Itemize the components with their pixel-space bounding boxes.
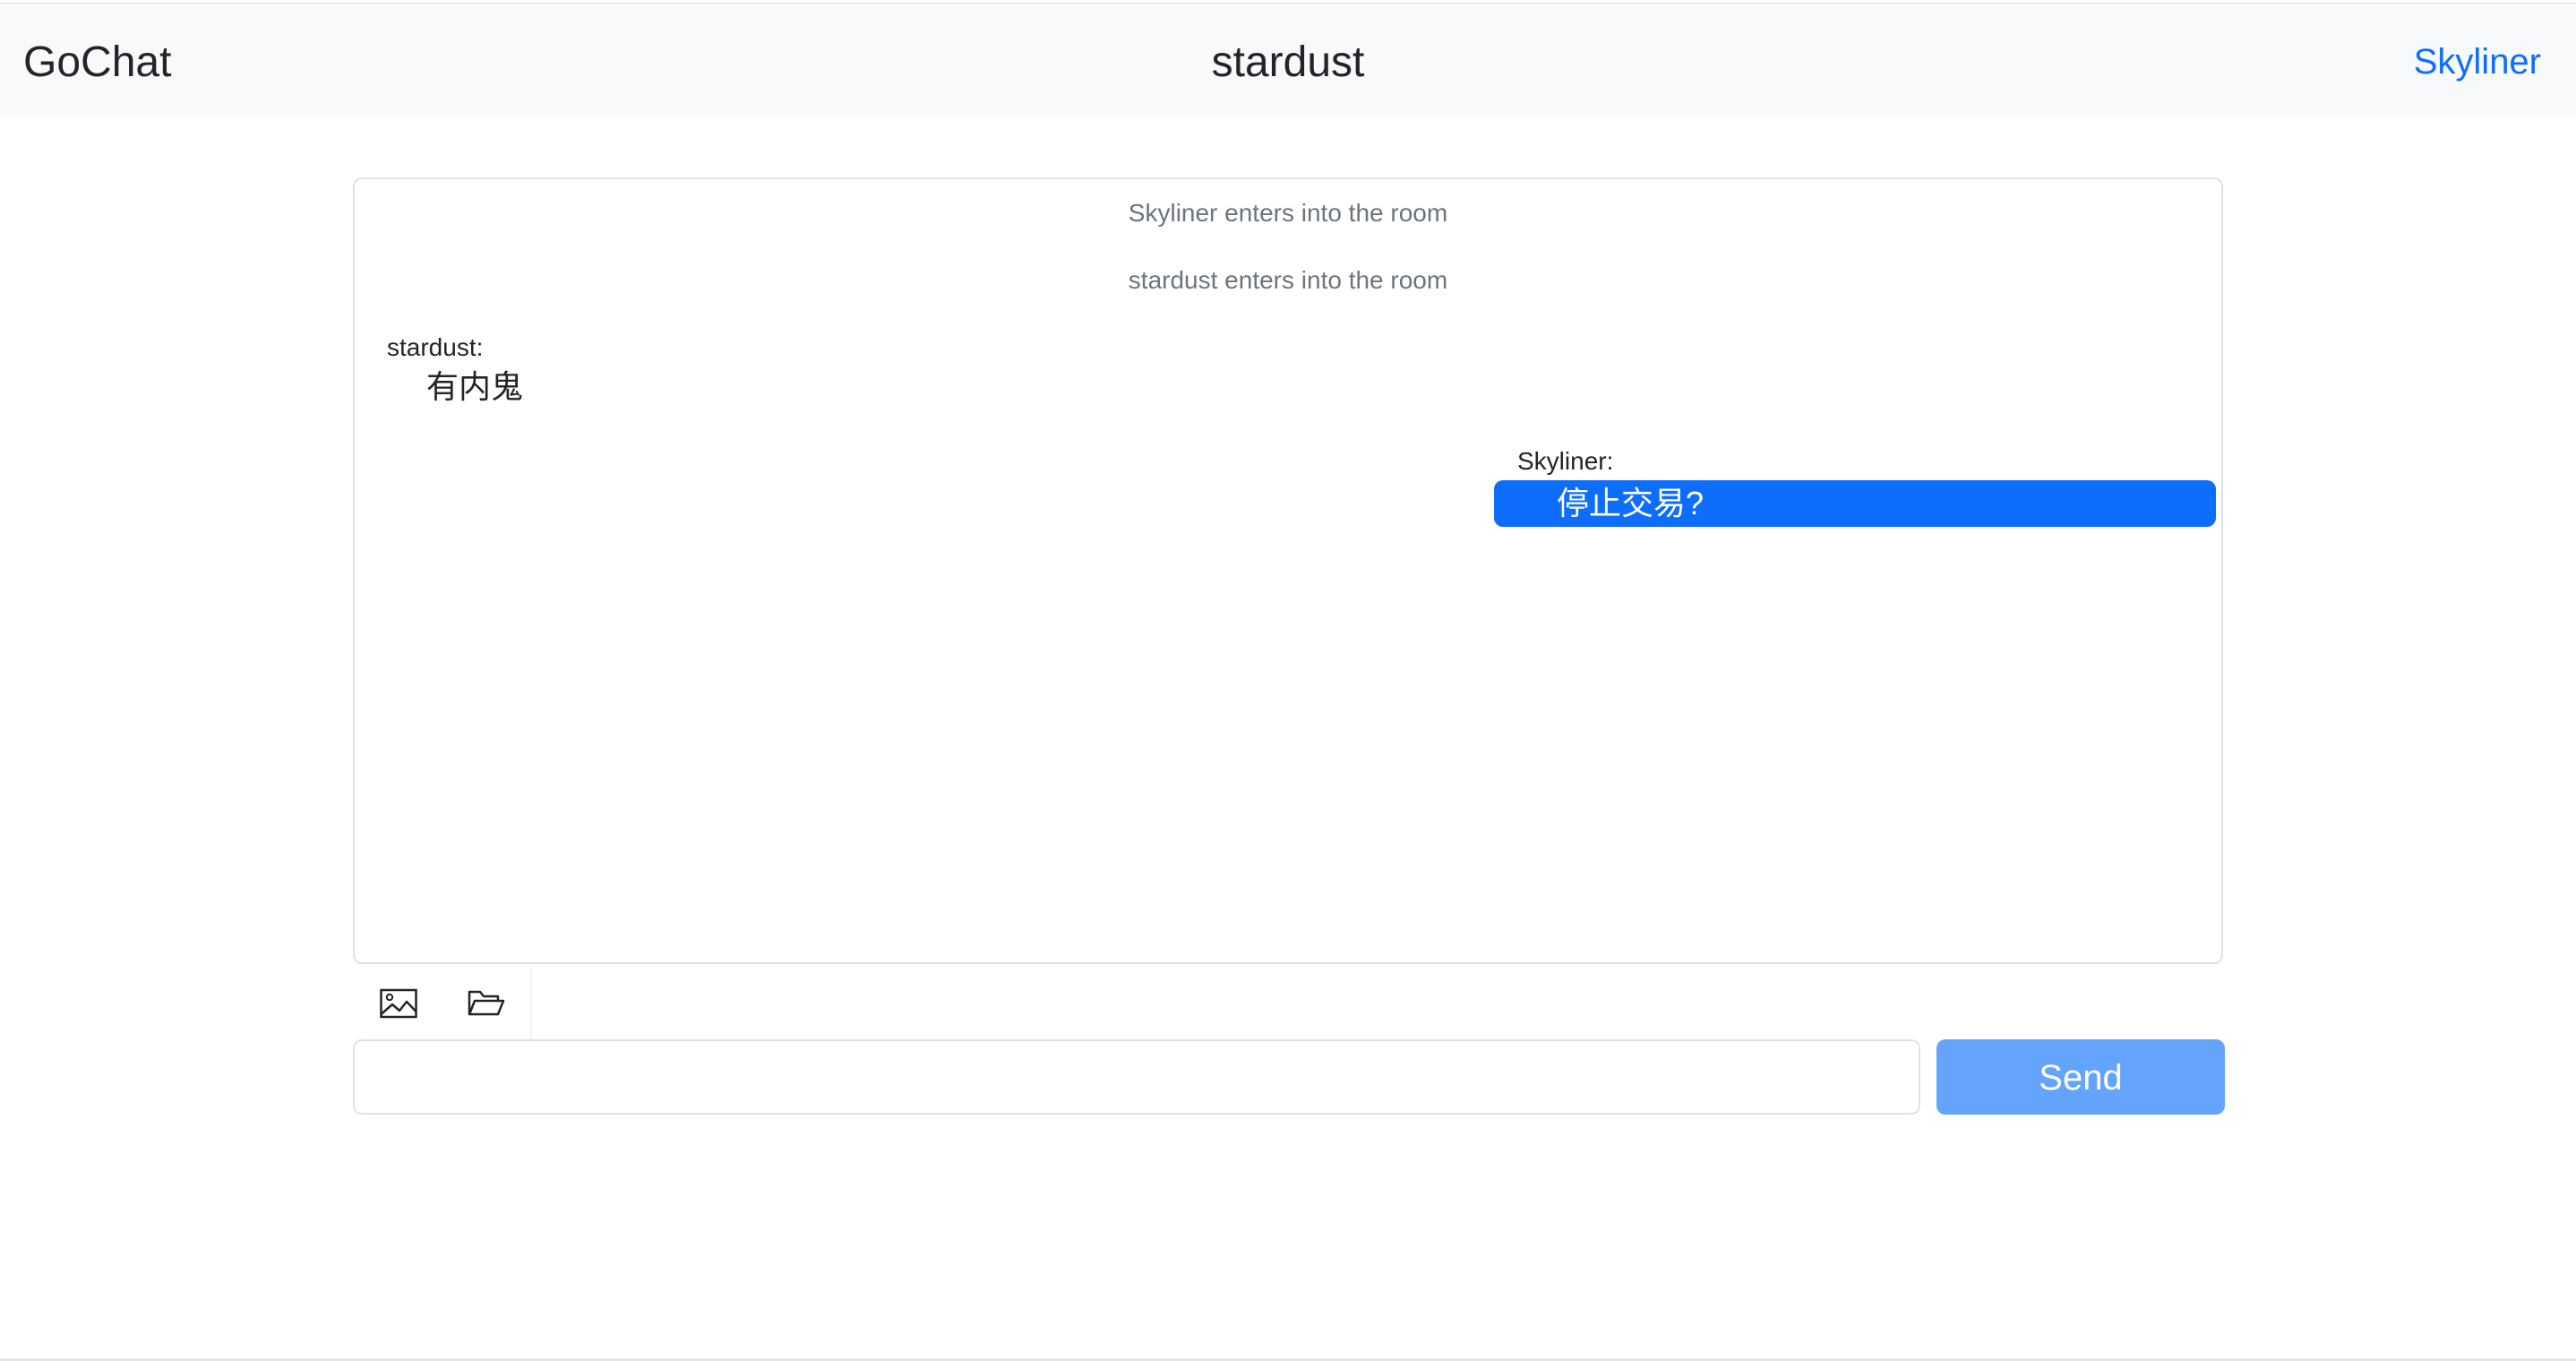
navbar: GoChat stardust Skyliner (0, 3, 2576, 115)
send-image-button[interactable] (355, 969, 444, 1039)
incoming-message-text: 有内鬼 (426, 368, 524, 405)
chat-message-panel[interactable]: Skyliner enters into the room stardust e… (353, 177, 2223, 964)
room-title: stardust (1211, 39, 1365, 86)
outgoing-message-bubble: 停止交易? (1494, 480, 2216, 527)
image-icon (380, 988, 417, 1019)
system-message: stardust enters into the room (1128, 266, 1448, 294)
incoming-sender-name: stardust: (387, 333, 484, 361)
send-file-button[interactable] (442, 969, 532, 1039)
message-input[interactable] (353, 1039, 1920, 1115)
current-user-link[interactable]: Skyliner (2414, 36, 2541, 88)
outgoing-sender-name: Skyliner: (1517, 447, 1614, 475)
folder-icon (468, 990, 505, 1016)
send-button[interactable]: Send (1936, 1039, 2225, 1115)
system-message: Skyliner enters into the room (1128, 199, 1448, 227)
outgoing-message-text: 停止交易? (1557, 485, 1704, 521)
